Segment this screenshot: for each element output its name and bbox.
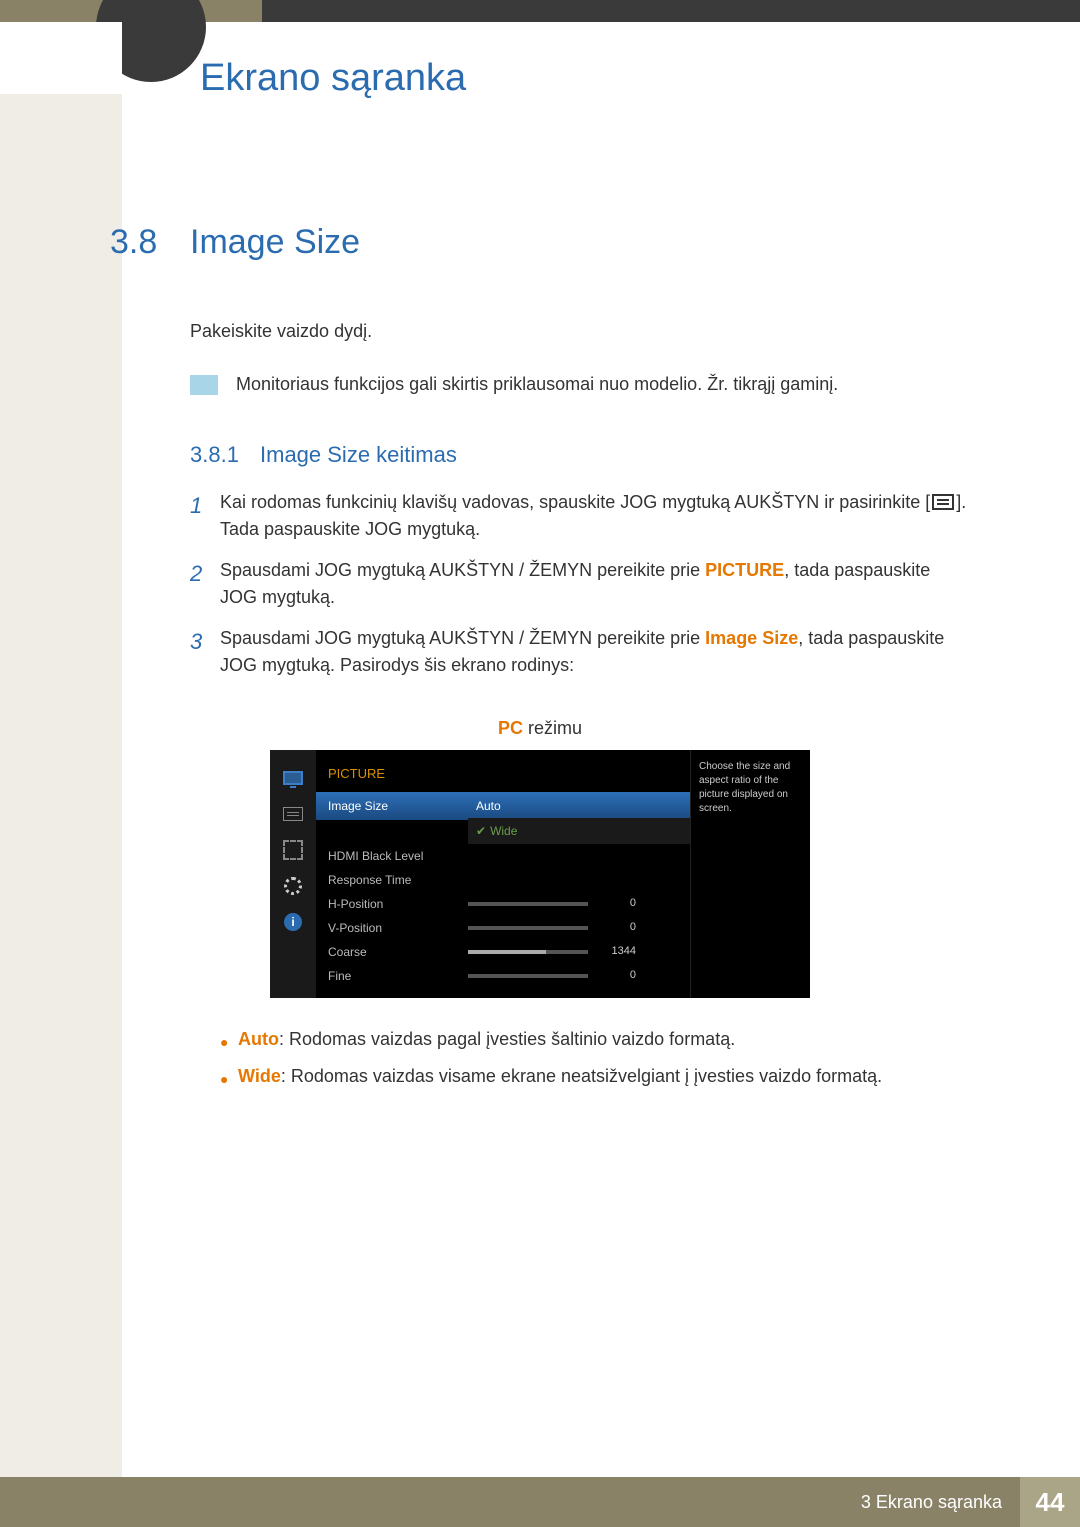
osd-slider-value: 0	[596, 919, 636, 936]
osd-slider	[468, 902, 588, 906]
bullet-rest: : Rodomas vaizdas pagal įvesties šaltini…	[279, 1029, 735, 1049]
note-icon	[190, 375, 218, 395]
osd-sidebar: i	[270, 750, 316, 998]
osd-label: Fine	[328, 967, 468, 985]
osd-slider	[468, 950, 588, 954]
badge-bg-cover	[0, 22, 122, 94]
step-2: 2 Spausdami JOG mygtuką AUKŠTYN / ŽEMYN …	[190, 557, 970, 611]
osd-value: Auto	[468, 795, 568, 817]
bullet-auto: ● Auto: Rodomas vaizdas pagal įvesties š…	[220, 1026, 970, 1053]
bullet-text: Auto: Rodomas vaizdas pagal įvesties šal…	[238, 1026, 735, 1053]
osd-row-vpos: V-Position 0	[316, 916, 690, 940]
osd-row-coarse: Coarse 1344	[316, 940, 690, 964]
osd-label: HDMI Black Level	[328, 847, 468, 865]
osd-dropdown: ✔Wide	[468, 818, 690, 844]
osd-label: Coarse	[328, 943, 468, 961]
osd-option-wide: ✔Wide	[468, 820, 690, 842]
bullet-text: Wide: Rodomas vaizdas visame ekrane neat…	[238, 1063, 882, 1090]
step-1: 1 Kai rodomas funkcinių klavišų vadovas,…	[190, 489, 970, 543]
footer-spacer	[0, 1477, 861, 1527]
osd-slider-value: 0	[596, 967, 636, 984]
step-2-bold: PICTURE	[705, 560, 784, 580]
step-number: 1	[190, 489, 220, 522]
mode-suffix: režimu	[523, 718, 582, 738]
osd-row-image-size: Image Size Auto	[316, 792, 690, 820]
footer-chapter: 3 Ekrano sąranka	[861, 1477, 1020, 1527]
step-text: Spausdami JOG mygtuką AUKŠTYN / ŽEMYN pe…	[220, 625, 970, 679]
mode-prefix: PC	[498, 718, 523, 738]
arrows-icon	[281, 840, 305, 860]
monitor-icon	[281, 768, 305, 788]
osd-label: Response Time	[328, 871, 468, 889]
osd-label: H-Position	[328, 895, 468, 913]
step-3-a: Spausdami JOG mygtuką AUKŠTYN / ŽEMYN pe…	[220, 628, 705, 648]
osd-slider-value: 1344	[596, 943, 636, 960]
intro-paragraph: Pakeiskite vaizdo dydį.	[190, 318, 970, 345]
step-1-pre: Kai rodomas funkcinių klavišų vadovas, s…	[220, 492, 930, 512]
osd-main: PICTURE Image Size Auto ✔Wide HDMI Black…	[316, 750, 690, 998]
menu-icon	[932, 494, 954, 510]
osd-row-hdmi: HDMI Black Level	[316, 844, 690, 868]
footer-page-number: 44	[1020, 1477, 1080, 1527]
osd-slider	[468, 974, 588, 978]
osd-header: PICTURE	[316, 760, 690, 792]
osd-panel: i PICTURE Image Size Auto ✔Wide HDMI Bla…	[270, 750, 810, 998]
chapter-title: Ekrano sąranka	[200, 50, 1080, 107]
bullet-dot-icon: ●	[220, 1032, 238, 1053]
subsection-number: 3.8.1	[190, 438, 260, 471]
step-text: Spausdami JOG mygtuką AUKŠTYN / ŽEMYN pe…	[220, 557, 970, 611]
step-3-bold: Image Size	[705, 628, 798, 648]
osd-row-response: Response Time	[316, 868, 690, 892]
osd-row-fine: Fine 0	[316, 964, 690, 988]
step-number: 2	[190, 557, 220, 590]
step-3: 3 Spausdami JOG mygtuką AUKŠTYN / ŽEMYN …	[190, 625, 970, 679]
page-footer: 3 Ekrano sąranka 44	[0, 1477, 1080, 1527]
bullet-bold: Auto	[238, 1029, 279, 1049]
bullet-dot-icon: ●	[220, 1069, 238, 1090]
step-text: Kai rodomas funkcinių klavišų vadovas, s…	[220, 489, 970, 543]
osd-slider-value: 0	[596, 895, 636, 912]
osd-row-hpos: H-Position 0	[316, 892, 690, 916]
subsection-heading: 3.8.1 Image Size keitimas	[190, 438, 970, 471]
osd-screenshot: i PICTURE Image Size Auto ✔Wide HDMI Bla…	[110, 750, 970, 998]
osd-label: Image Size	[328, 797, 468, 815]
osd-option-label: Wide	[490, 824, 517, 838]
bullet-rest: : Rodomas vaizdas visame ekrane neatsižv…	[281, 1066, 882, 1086]
gear-icon	[281, 876, 305, 896]
osd-slider	[468, 926, 588, 930]
step-number: 3	[190, 625, 220, 658]
bullet-wide: ● Wide: Rodomas vaizdas visame ekrane ne…	[220, 1063, 970, 1090]
bullet-list: ● Auto: Rodomas vaizdas pagal įvesties š…	[220, 1026, 970, 1090]
section-number: 3.8	[110, 217, 190, 268]
note-row: Monitoriaus funkcijos gali skirtis prikl…	[190, 371, 970, 398]
osd-help-text: Choose the size and aspect ratio of the …	[690, 750, 810, 998]
info-icon: i	[281, 912, 305, 932]
osd-label: V-Position	[328, 919, 468, 937]
step-2-a: Spausdami JOG mygtuką AUKŠTYN / ŽEMYN pe…	[220, 560, 705, 580]
bullet-bold: Wide	[238, 1066, 281, 1086]
section-title: Image Size	[190, 217, 360, 268]
section-heading: 3.8 Image Size	[110, 217, 970, 268]
mode-label: PC režimu	[110, 715, 970, 742]
page-content: 3.8 Image Size Pakeiskite vaizdo dydį. M…	[0, 107, 1080, 1090]
lines-icon	[281, 804, 305, 824]
note-text: Monitoriaus funkcijos gali skirtis prikl…	[236, 371, 838, 398]
subsection-title: Image Size keitimas	[260, 438, 457, 471]
